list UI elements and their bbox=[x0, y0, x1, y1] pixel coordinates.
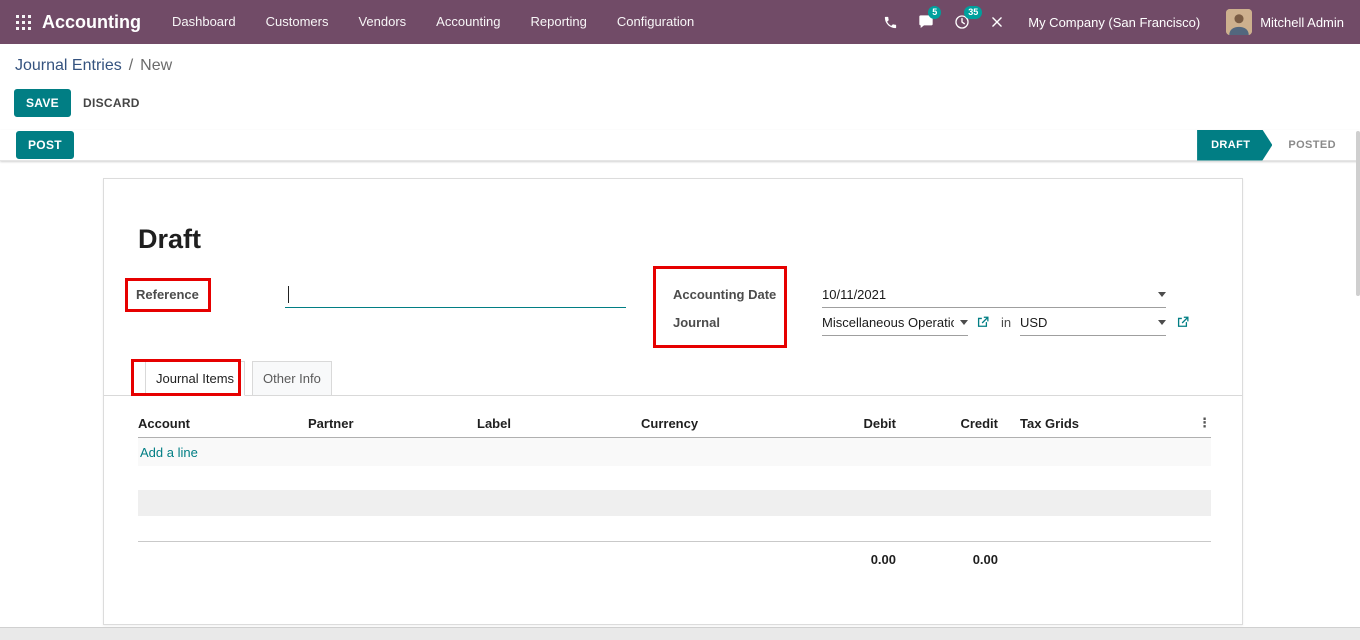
currency-value: USD bbox=[1020, 315, 1152, 330]
status-draft[interactable]: DRAFT bbox=[1197, 130, 1272, 161]
menu-item-customers[interactable]: Customers bbox=[251, 0, 344, 44]
menu-item-accounting[interactable]: Accounting bbox=[421, 0, 515, 44]
breadcrumb-separator: / bbox=[129, 57, 133, 75]
col-account: Account bbox=[138, 416, 308, 431]
activities-clock-icon[interactable]: 35 bbox=[954, 14, 970, 30]
tab-journal-items[interactable]: Journal Items bbox=[145, 361, 245, 396]
record-title: Draft bbox=[138, 224, 201, 255]
accounting-date-input[interactable]: 10/11/2021 bbox=[822, 282, 1166, 308]
in-label: in bbox=[1001, 310, 1011, 336]
menu-item-dashboard[interactable]: Dashboard bbox=[157, 0, 251, 44]
top-navbar: Accounting Dashboard Customers Vendors A… bbox=[0, 0, 1360, 44]
company-switcher[interactable]: My Company (San Francisco) bbox=[1028, 15, 1200, 30]
reference-input[interactable] bbox=[285, 282, 626, 308]
tools-icon[interactable] bbox=[990, 15, 1004, 29]
messages-icon[interactable]: 5 bbox=[918, 14, 934, 30]
statusbar: POST DRAFT POSTED bbox=[0, 130, 1360, 161]
menu-item-configuration[interactable]: Configuration bbox=[602, 0, 709, 44]
accounting-date-label: Accounting Date bbox=[673, 282, 776, 308]
status-posted[interactable]: POSTED bbox=[1272, 139, 1352, 151]
col-label: Label bbox=[477, 416, 641, 431]
tab-other-info[interactable]: Other Info bbox=[252, 361, 332, 396]
journal-select[interactable]: Miscellaneous Operatio bbox=[822, 310, 968, 336]
currency-select[interactable]: USD bbox=[1020, 310, 1166, 336]
activities-badge: 35 bbox=[964, 6, 982, 19]
col-partner: Partner bbox=[308, 416, 477, 431]
bottom-strip bbox=[0, 627, 1360, 640]
post-button[interactable]: POST bbox=[16, 131, 74, 159]
currency-external-link-icon[interactable] bbox=[1176, 315, 1190, 329]
empty-row bbox=[138, 516, 1211, 541]
total-debit: 0.00 bbox=[788, 552, 896, 567]
accounting-date-value: 10/11/2021 bbox=[822, 287, 1152, 302]
journal-items-table: Account Partner Label Currency Debit Cre… bbox=[138, 409, 1211, 567]
screen: Accounting Dashboard Customers Vendors A… bbox=[0, 0, 1360, 640]
menu-item-vendors[interactable]: Vendors bbox=[343, 0, 421, 44]
notebook-tabs: Journal Items Other Info bbox=[104, 361, 1242, 396]
apps-grid-icon[interactable] bbox=[16, 14, 32, 30]
empty-row bbox=[138, 466, 1211, 490]
caret-down-icon bbox=[960, 320, 968, 325]
text-cursor bbox=[288, 286, 289, 303]
save-button[interactable]: SAVE bbox=[14, 89, 71, 117]
reference-label: Reference bbox=[136, 282, 199, 308]
optional-columns-icon[interactable]: ⋮ bbox=[1188, 415, 1211, 431]
user-menu[interactable]: Mitchell Admin bbox=[1260, 15, 1344, 30]
form-sheet: Draft Reference Accounting Date 10/11/20… bbox=[103, 178, 1243, 625]
empty-row bbox=[138, 490, 1211, 516]
col-currency: Currency bbox=[641, 416, 788, 431]
breadcrumb-journal-entries[interactable]: Journal Entries bbox=[15, 57, 122, 75]
journal-label: Journal bbox=[673, 310, 720, 336]
journal-external-link-icon[interactable] bbox=[976, 315, 990, 329]
col-debit: Debit bbox=[788, 416, 896, 431]
col-credit: Credit bbox=[896, 416, 998, 431]
navbar-systray: 5 35 My Company (San Francisco) Mitchell… bbox=[863, 9, 1344, 35]
discard-button[interactable]: DISCARD bbox=[83, 96, 140, 110]
scrollbar[interactable] bbox=[1356, 131, 1360, 296]
app-name[interactable]: Accounting bbox=[42, 12, 141, 33]
messages-badge: 5 bbox=[928, 6, 941, 19]
col-tax-grids: Tax Grids bbox=[998, 416, 1188, 431]
user-avatar[interactable] bbox=[1226, 9, 1252, 35]
caret-down-icon bbox=[1158, 320, 1166, 325]
caret-down-icon bbox=[1158, 292, 1166, 297]
phone-icon[interactable] bbox=[883, 15, 898, 30]
journal-value: Miscellaneous Operatio bbox=[822, 315, 954, 330]
form-action-buttons: SAVE DISCARD bbox=[0, 88, 154, 118]
totals-row: 0.00 0.00 bbox=[138, 541, 1211, 567]
status-steps: DRAFT POSTED bbox=[1197, 130, 1352, 161]
add-line-link[interactable]: Add a line bbox=[138, 445, 198, 460]
breadcrumb-current: New bbox=[140, 57, 172, 75]
menu-item-reporting[interactable]: Reporting bbox=[516, 0, 602, 44]
main-menu: Dashboard Customers Vendors Accounting R… bbox=[157, 0, 709, 44]
table-header-row: Account Partner Label Currency Debit Cre… bbox=[138, 409, 1211, 438]
add-line-row: Add a line bbox=[138, 438, 1211, 466]
total-credit: 0.00 bbox=[896, 552, 998, 567]
breadcrumb: Journal Entries / New bbox=[0, 44, 1360, 88]
